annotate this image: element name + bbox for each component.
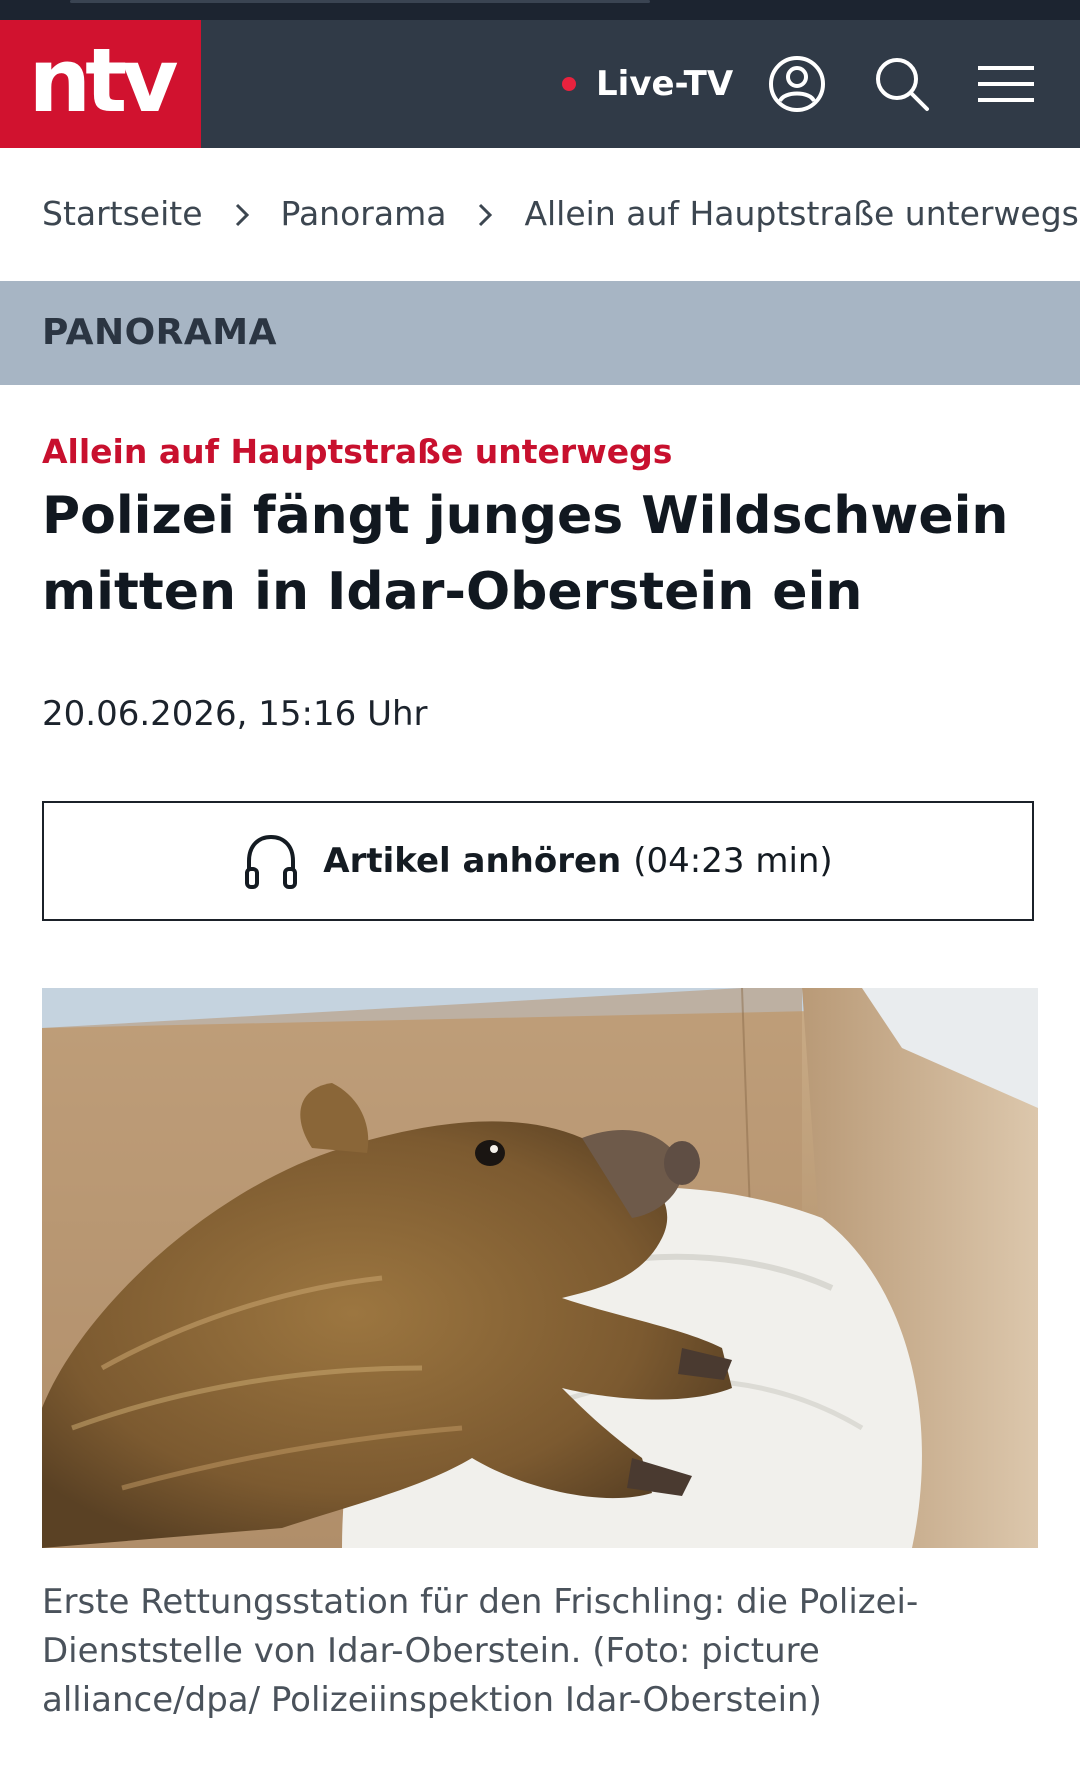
menu-button[interactable]	[974, 52, 1038, 116]
breadcrumb-item-startseite[interactable]: Startseite	[42, 194, 203, 233]
article-headline: Polizei fängt junges Wildschwein mitten …	[42, 486, 1009, 622]
breadcrumb: Startseite Panorama Allein auf Hauptstra…	[0, 148, 1080, 280]
live-dot-icon	[562, 77, 576, 91]
section-label[interactable]: PANORAMA	[42, 312, 277, 353]
wild-boar-piglet-photo	[42, 988, 1038, 1548]
status-strip	[0, 0, 1080, 20]
search-button[interactable]	[870, 52, 934, 116]
account-icon	[769, 56, 825, 112]
live-tv-label: Live-TV	[596, 64, 734, 104]
site-header: ntv Live-TV	[0, 20, 1080, 148]
article-photo[interactable]	[42, 988, 1038, 1548]
section-bar: PANORAMA	[0, 281, 1080, 385]
account-button[interactable]	[765, 52, 829, 116]
article-date: 20.06.2026, 15:16 Uhr	[42, 694, 428, 734]
photo-caption: Erste Rettungsstation für den Frischling…	[42, 1582, 919, 1720]
ntv-logo[interactable]: ntv	[0, 20, 201, 148]
menu-icon	[978, 66, 1034, 102]
listen-label: Artikel anhören	[323, 841, 622, 881]
article-kicker: Allein auf Hauptstraße unterwegs	[42, 432, 673, 471]
live-tv-link[interactable]: Live-TV	[562, 60, 733, 108]
listen-duration: (04:23 min)	[633, 841, 833, 881]
address-bar-hint	[70, 0, 650, 3]
breadcrumb-item-current: Allein auf Hauptstraße unterwegs: P	[524, 194, 1080, 233]
headphones-icon	[245, 834, 298, 889]
chevron-right-icon	[466, 199, 504, 229]
breadcrumb-item-panorama[interactable]: Panorama	[281, 194, 447, 233]
search-icon	[876, 58, 929, 111]
listen-article-button[interactable]: Artikel anhören (04:23 min)	[42, 801, 1034, 921]
logo-text: ntv	[28, 29, 178, 132]
chevron-right-icon	[223, 199, 261, 229]
